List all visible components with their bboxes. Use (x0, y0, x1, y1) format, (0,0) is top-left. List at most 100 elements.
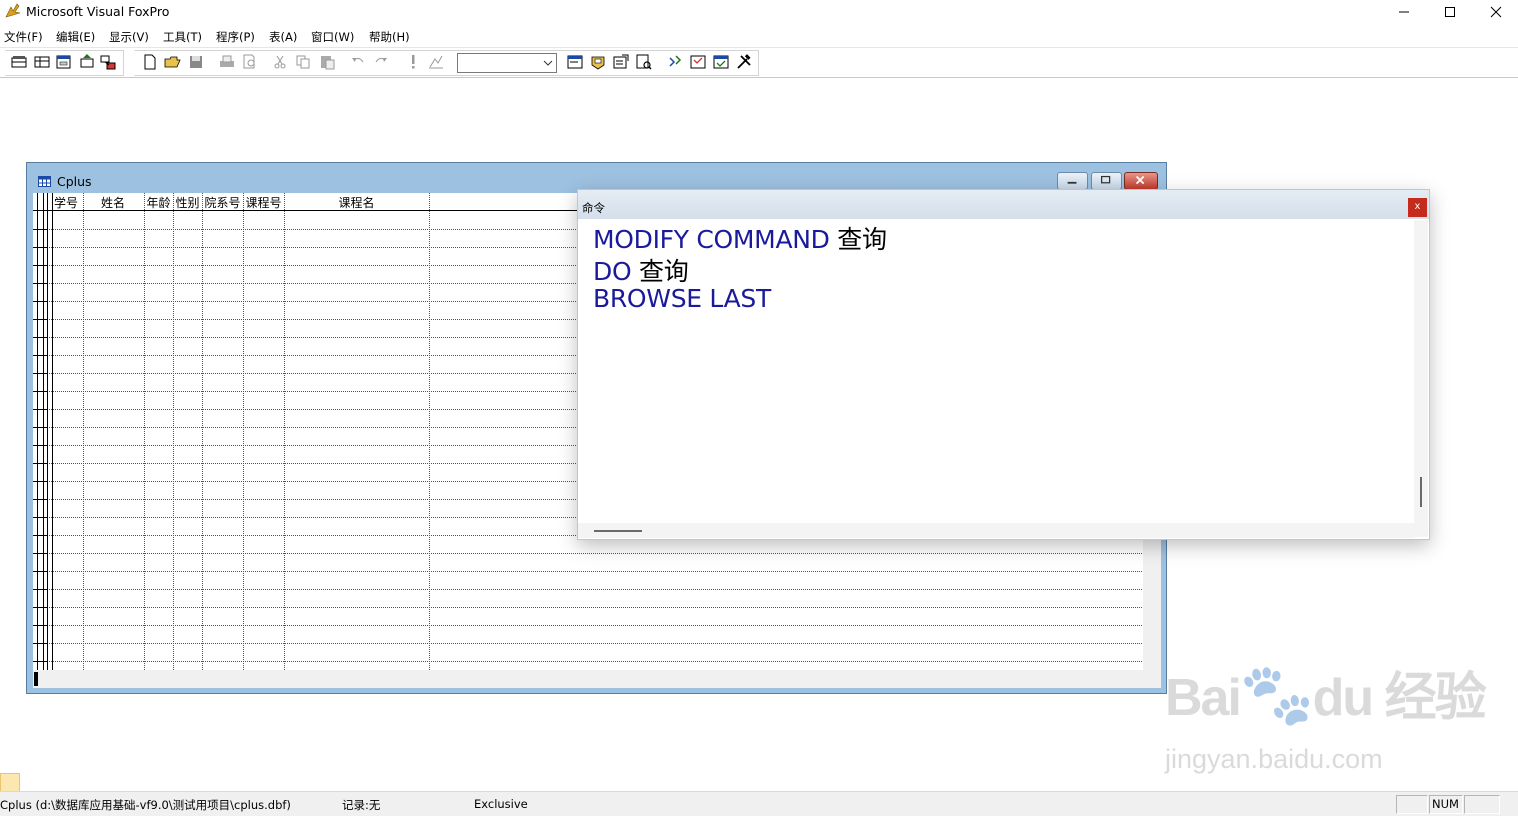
browse-horizontal-scrollbar[interactable] (33, 670, 1143, 688)
properties-button[interactable] (612, 53, 630, 71)
browse-close-button[interactable] (1124, 172, 1158, 190)
scissors-icon (274, 55, 286, 69)
cut-button[interactable] (271, 53, 289, 71)
close-button[interactable] (1473, 0, 1518, 24)
new-file-icon (144, 54, 156, 70)
title-bar: Microsoft Visual FoxPro (0, 0, 1518, 24)
command-window-titlebar[interactable]: 命令 x (578, 190, 1429, 219)
scroll-thumb[interactable] (594, 530, 642, 532)
command-argument: 查询 (639, 257, 689, 286)
column-header-course-name[interactable]: 课程名 (284, 194, 429, 211)
tray-tab[interactable] (0, 773, 20, 793)
class-browser-icon (690, 55, 706, 69)
minimize-icon (1399, 11, 1409, 13)
paste-button[interactable] (318, 53, 336, 71)
maximize-icon (1445, 7, 1455, 17)
command-line[interactable]: MODIFY COMMAND 查询 (593, 220, 887, 256)
table-icon (38, 176, 51, 187)
command-line[interactable]: BROWSE LAST (593, 284, 771, 313)
table-designer-icon (11, 56, 27, 68)
document-view-button[interactable] (667, 53, 685, 71)
chevron-down-icon (543, 60, 553, 66)
restore-icon (1100, 175, 1111, 184)
print-button[interactable] (218, 53, 236, 71)
scroll-thumb[interactable] (1420, 477, 1422, 507)
browse-button[interactable] (33, 53, 51, 71)
table-designer-button[interactable] (10, 53, 28, 71)
open-button[interactable] (164, 53, 182, 71)
class-browser-button[interactable] (689, 53, 707, 71)
paste-clipboard-icon (321, 56, 335, 70)
menu-edit[interactable]: 编辑(E) (56, 29, 95, 45)
command-window-button[interactable] (566, 53, 584, 71)
undo-button[interactable] (349, 53, 367, 71)
code-window-button[interactable] (635, 53, 653, 71)
menu-help[interactable]: 帮助(H) (369, 29, 410, 45)
append-button[interactable] (78, 53, 96, 71)
menu-tools[interactable]: 工具(T) (163, 29, 202, 45)
menu-table[interactable]: 表(A) (269, 29, 297, 45)
command-line[interactable]: DO 查询 (593, 252, 689, 288)
command-window-icon (567, 55, 583, 69)
column-header-gender[interactable]: 性别 (173, 194, 202, 211)
properties-icon (613, 54, 629, 69)
status-bar: Cplus (d:\数据库应用基础-vf9.0\测试用项目\cplus.dbf)… (0, 791, 1518, 816)
copy-icon (296, 55, 310, 69)
toolbar (0, 47, 1518, 78)
app-title: Microsoft Visual FoxPro (26, 4, 170, 19)
command-horizontal-scrollbar[interactable] (578, 523, 1414, 538)
object-browser-button[interactable] (712, 53, 730, 71)
redo-button[interactable] (372, 53, 390, 71)
print-preview-button[interactable] (241, 53, 259, 71)
run-button[interactable] (404, 53, 422, 71)
open-folder-icon (164, 56, 181, 68)
command-text: DO (593, 257, 632, 286)
watermark-url: jingyan.baidu.com (1165, 744, 1383, 774)
column-header-course-id[interactable]: 课程号 (243, 194, 284, 211)
grid-icon (34, 56, 50, 68)
toolbox-button[interactable] (735, 53, 753, 71)
command-vertical-scrollbar[interactable] (1414, 220, 1428, 537)
save-disk-icon (190, 56, 202, 68)
status-record: 记录:无 (342, 798, 381, 812)
close-icon (1490, 6, 1502, 18)
copy-button[interactable] (294, 53, 312, 71)
tools-hammer-icon (737, 54, 751, 69)
status-pane-num: NUM (1429, 795, 1463, 814)
maximize-button[interactable] (1427, 0, 1473, 24)
new-button[interactable] (141, 53, 159, 71)
column-header-age[interactable]: 年龄 (144, 194, 173, 211)
command-window[interactable]: 命令 x MODIFY COMMAND 查询 DO 查询 BROWSE LAST (577, 189, 1430, 540)
document-view-icon (669, 55, 682, 67)
menu-file[interactable]: 文件(F) (4, 29, 43, 45)
redo-icon (375, 57, 387, 63)
modify-form-icon (429, 55, 443, 69)
minimize-icon (1067, 181, 1077, 184)
print-preview-icon (243, 54, 255, 69)
column-header-name[interactable]: 姓名 (83, 194, 143, 211)
relations-icon (100, 55, 116, 70)
browse-restore-button[interactable] (1091, 172, 1122, 190)
foxpro-fox-icon (5, 3, 21, 18)
printer-icon (220, 55, 234, 67)
menu-bar: 文件(F) 编辑(E) 显示(V) 工具(T) 程序(P) 表(A) 窗口(W)… (0, 27, 1518, 46)
browse-minimize-button[interactable] (1057, 172, 1088, 190)
status-path: Cplus (d:\数据库应用基础-vf9.0\测试用项目\cplus.dbf) (0, 798, 291, 812)
command-window-close-button[interactable]: x (1408, 198, 1427, 217)
grid-partition-splitter[interactable] (34, 672, 38, 686)
modify-form-button[interactable] (427, 53, 445, 71)
save-button[interactable] (187, 53, 205, 71)
form-button[interactable] (55, 53, 73, 71)
data-session-button[interactable] (589, 53, 607, 71)
menu-view[interactable]: 显示(V) (109, 29, 149, 45)
status-pane-caps (1396, 795, 1428, 814)
code-view-icon (636, 54, 652, 70)
toolbar-combo-select[interactable] (457, 53, 557, 73)
relations-button[interactable] (99, 53, 117, 71)
column-header-xuehao[interactable]: 学号 (52, 194, 80, 211)
menu-window[interactable]: 窗口(W) (311, 29, 354, 45)
exclamation-icon (412, 55, 415, 69)
minimize-button[interactable] (1381, 0, 1427, 24)
column-header-dept[interactable]: 院系号 (202, 194, 243, 211)
menu-program[interactable]: 程序(P) (216, 29, 255, 45)
